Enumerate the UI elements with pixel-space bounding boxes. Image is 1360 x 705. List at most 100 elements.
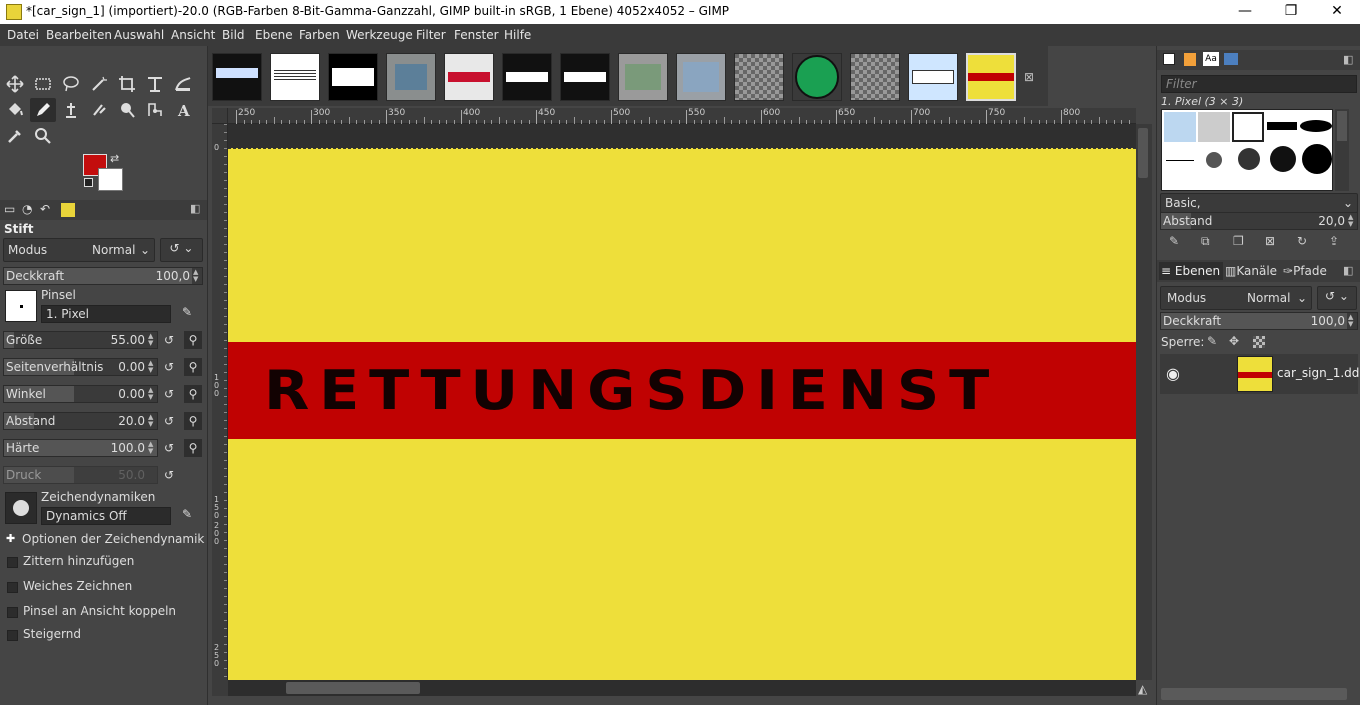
pencil-tool-icon[interactable]	[30, 98, 56, 122]
menu-auswahl[interactable]: Auswahl	[114, 28, 164, 42]
tool-options-tab-icon[interactable]: ▭	[4, 202, 15, 216]
aspect-ratio-spinner[interactable]: ▲ ▼	[148, 360, 156, 374]
image-tab-13[interactable]	[908, 53, 958, 101]
angle-link-icon[interactable]: ⚲	[184, 385, 202, 403]
dock-menu-icon[interactable]: ◧	[1343, 53, 1353, 66]
aspect-ratio-slider[interactable]: Seitenverhältnis 0.00 ▲ ▼	[3, 358, 158, 376]
mode-dropdown[interactable]: Modus Normal ⌄	[3, 238, 155, 262]
layers-horizontal-scrollbar[interactable]	[1161, 688, 1347, 700]
layers-dock-menu-icon[interactable]: ◧	[1343, 264, 1353, 277]
paths-icon[interactable]	[142, 98, 168, 122]
layer-row[interactable]: ◉ car_sign_1.dds	[1160, 354, 1360, 394]
undo-history-tab-icon[interactable]: ↶	[40, 202, 50, 216]
rect-select-icon[interactable]	[30, 72, 56, 96]
size-link-icon[interactable]: ⚲	[184, 331, 202, 349]
patterns-tab-icon[interactable]	[1184, 53, 1196, 66]
lock-pixels-icon[interactable]: ✎	[1207, 334, 1217, 348]
horizontal-ruler[interactable]: 250 300 350 400 450 500 550 600 650 700 750 800	[228, 108, 1136, 124]
brush-preview[interactable]	[5, 290, 37, 322]
delete-brush-icon[interactable]: ⊠	[1265, 234, 1275, 248]
menu-datei[interactable]: Datei	[7, 28, 39, 42]
device-status-tab-icon[interactable]: ◔	[22, 202, 32, 216]
zoom-icon[interactable]	[30, 124, 56, 148]
menu-hilfe[interactable]: Hilfe	[504, 28, 531, 42]
lock-brush-view-checkbox[interactable]	[7, 607, 18, 618]
navigate-icon[interactable]: ◭	[1138, 682, 1147, 696]
swap-colors-icon[interactable]: ⇄	[110, 152, 119, 165]
image-tab-3[interactable]	[328, 53, 378, 101]
brush-item[interactable]	[1198, 112, 1230, 142]
fuzzy-select-icon[interactable]	[86, 72, 112, 96]
layer-opacity-spinner[interactable]: ▲ ▼	[1348, 314, 1356, 328]
warp-icon[interactable]	[170, 72, 196, 96]
pressure-slider[interactable]: Druck 50.0	[3, 466, 158, 484]
maximize-button[interactable]: ❐	[1268, 0, 1314, 24]
new-brush-icon[interactable]: ⧉	[1201, 234, 1210, 249]
smudge-icon[interactable]	[86, 98, 112, 122]
lock-position-icon[interactable]: ✥	[1229, 334, 1239, 348]
image-tab-11[interactable]	[792, 53, 842, 101]
duplicate-brush-icon[interactable]: ❐	[1233, 234, 1244, 248]
image-tab-8[interactable]	[618, 53, 668, 101]
hardness-link-icon[interactable]: ⚲	[184, 439, 202, 457]
image-tab-10[interactable]	[734, 53, 784, 101]
menu-farben[interactable]: Farben	[299, 28, 340, 42]
layer-opacity-slider[interactable]: Deckkraft 100,0 ▲ ▼	[1160, 312, 1358, 330]
size-spinner[interactable]: ▲ ▼	[148, 333, 156, 347]
edit-brush-icon[interactable]: ✎	[1169, 234, 1179, 248]
spacing-reset-icon[interactable]: ↺	[160, 412, 178, 430]
size-reset-icon[interactable]: ↺	[160, 331, 178, 349]
brush-item[interactable]	[1166, 160, 1194, 161]
image-tab-4[interactable]	[386, 53, 436, 101]
brush-item[interactable]	[1267, 122, 1297, 130]
default-colors-icon[interactable]	[84, 178, 93, 187]
spacing-spinner[interactable]: ▲ ▼	[148, 414, 156, 428]
incremental-checkbox[interactable]	[7, 630, 18, 641]
hardness-slider[interactable]: Härte 100.0 ▲ ▼	[3, 439, 158, 457]
open-brush-as-image-icon[interactable]: ⇪	[1329, 234, 1339, 248]
move-tool-icon[interactable]	[2, 72, 28, 96]
lock-alpha-icon[interactable]	[1253, 336, 1265, 348]
image-tab-2[interactable]	[270, 53, 320, 101]
dynamics-preview[interactable]	[5, 492, 37, 524]
hardness-spinner[interactable]: ▲ ▼	[148, 441, 156, 455]
eye-visibility-icon[interactable]: ◉	[1166, 364, 1180, 383]
layer-name[interactable]: car_sign_1.dds	[1277, 366, 1360, 380]
image-tab-9[interactable]	[676, 53, 726, 101]
vertical-scrollbar[interactable]	[1136, 124, 1152, 680]
edit-brush-icon[interactable]: ✎	[178, 303, 196, 321]
brush-tag-dropdown[interactable]: Basic, ⌄	[1160, 193, 1358, 213]
tab-layers[interactable]: ≡ Ebenen	[1159, 262, 1223, 280]
panel-menu-icon[interactable]: ◧	[190, 202, 200, 215]
jitter-checkbox[interactable]	[7, 557, 18, 568]
brush-grid[interactable]	[1161, 109, 1333, 191]
ruler-corner[interactable]	[212, 108, 228, 124]
opacity-spinner[interactable]: ▲ ▼	[193, 269, 201, 283]
opacity-slider[interactable]: Deckkraft 100,0 ▲ ▼	[3, 267, 203, 285]
brush-filter-input[interactable]: Filter	[1161, 75, 1357, 93]
document-history-tab-icon[interactable]	[1224, 53, 1238, 65]
dodge-burn-icon[interactable]	[114, 98, 140, 122]
menu-fenster[interactable]: Fenster	[454, 28, 499, 42]
brush-item[interactable]	[1206, 152, 1222, 168]
hardness-reset-icon[interactable]: ↺	[160, 439, 178, 457]
tab-paths[interactable]: ✑Pfade	[1283, 264, 1327, 278]
expand-plus-icon[interactable]: ✚	[6, 532, 15, 545]
angle-slider[interactable]: Winkel 0.00 ▲ ▼	[3, 385, 158, 403]
pressure-reset-icon[interactable]: ↺	[160, 466, 178, 484]
menu-filter[interactable]: Filter	[416, 28, 446, 42]
vertical-ruler[interactable]: 0 1 0 0 1 5 02 0 0 2 5 0	[212, 124, 228, 680]
brush-item[interactable]	[1270, 146, 1296, 172]
menu-bild[interactable]: Bild	[222, 28, 245, 42]
spacing-link-icon[interactable]: ⚲	[184, 412, 202, 430]
minimize-button[interactable]: —	[1222, 0, 1268, 24]
size-slider[interactable]: Größe 55.00 ▲ ▼	[3, 331, 158, 349]
brush-item-selected[interactable]	[1232, 112, 1264, 142]
image-tab-12[interactable]	[850, 53, 900, 101]
image-tab-1[interactable]	[212, 53, 262, 101]
close-button[interactable]: ✕	[1314, 0, 1360, 24]
refresh-brushes-icon[interactable]: ↻	[1297, 234, 1307, 248]
menu-werkzeuge[interactable]: Werkzeuge	[346, 28, 413, 42]
menu-bearbeiten[interactable]: Bearbeiten	[46, 28, 112, 42]
image-tab-7[interactable]	[560, 53, 610, 101]
